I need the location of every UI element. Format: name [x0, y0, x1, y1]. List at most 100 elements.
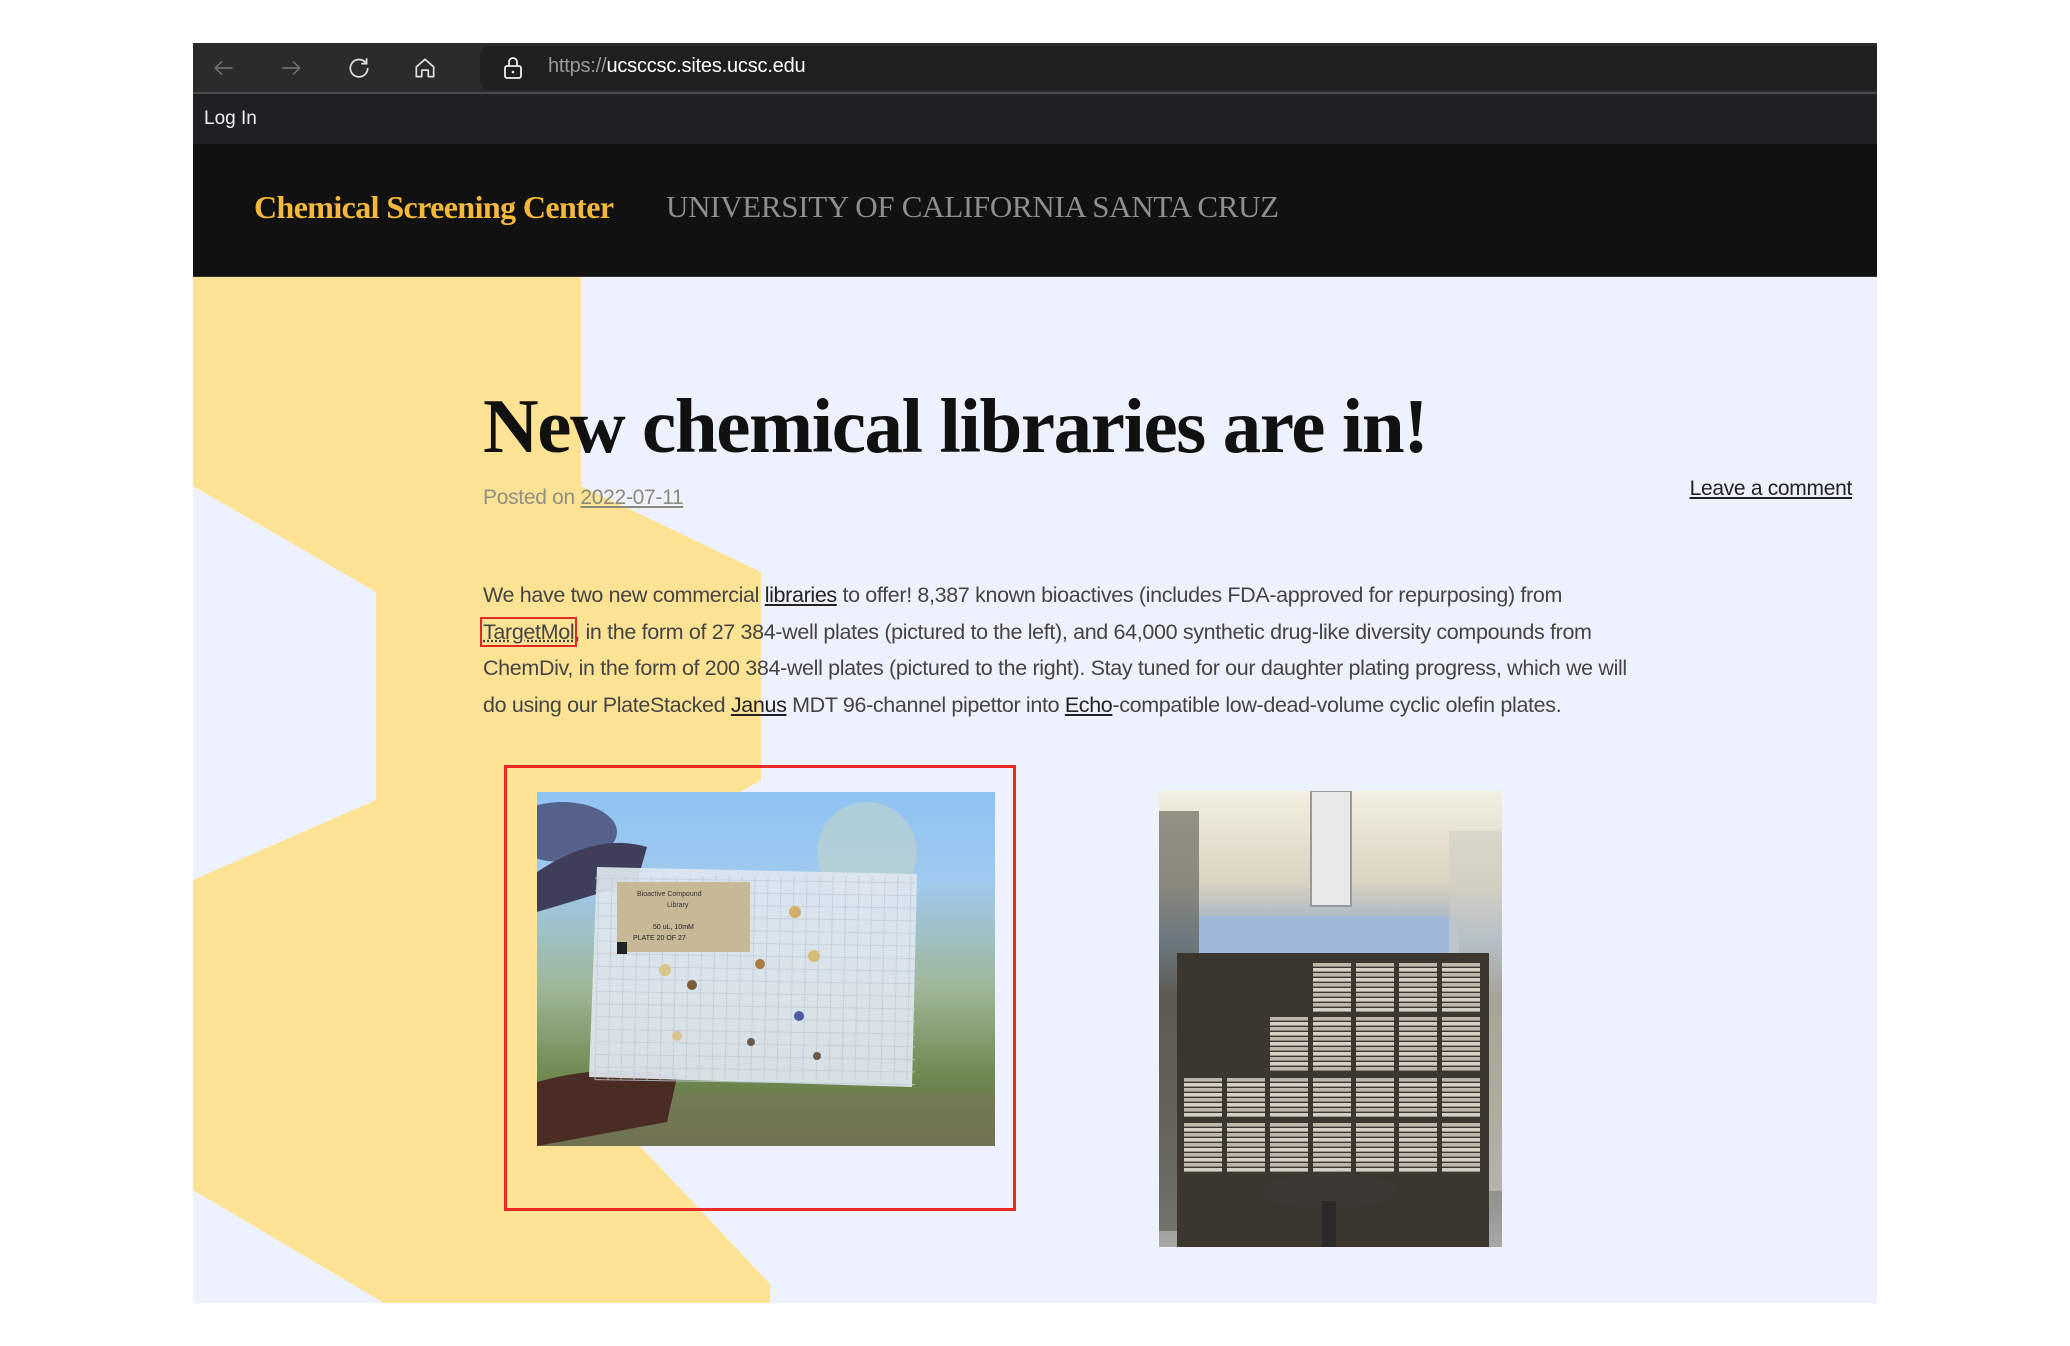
janus-link[interactable]: Janus [731, 693, 787, 717]
stacked-plate [1399, 1133, 1437, 1137]
post-title: New chemical libraries are in! [483, 383, 1429, 469]
stacked-plate [1227, 1088, 1265, 1092]
stacked-plate [1313, 1148, 1351, 1152]
stacked-plate [1399, 1067, 1437, 1071]
stacked-plate [1399, 1168, 1437, 1172]
stacked-plate [1184, 1083, 1222, 1087]
stacked-plate [1184, 1148, 1222, 1152]
plate-label-line: 50 uL, 10mM [653, 924, 694, 931]
stacked-plate [1399, 1032, 1437, 1036]
chemdiv-plates-rack-image[interactable] [1159, 791, 1502, 1247]
stacked-plate [1356, 1032, 1394, 1036]
stacked-plate [1313, 973, 1351, 977]
stacked-plate [1313, 1027, 1351, 1031]
stacked-plate [1227, 1078, 1265, 1082]
stacked-plate [1356, 1168, 1394, 1172]
body-text: to offer! 8,387 known bioactives (includ… [836, 583, 1563, 607]
stacked-plate [1313, 988, 1351, 992]
stacked-plate [1442, 1153, 1480, 1157]
stacked-plate [1313, 1133, 1351, 1137]
stacked-plate [1356, 1108, 1394, 1112]
stacked-plate [1227, 1123, 1265, 1127]
stacked-plate [1313, 1032, 1351, 1036]
leave-comment-link[interactable]: Leave a comment [1690, 477, 1853, 501]
post-date-link[interactable]: 2022-07-11 [580, 486, 683, 509]
stacked-plate [1184, 1128, 1222, 1132]
stacked-plate [1313, 1042, 1351, 1046]
stacked-plate [1356, 1042, 1394, 1046]
stacked-plate [1313, 1037, 1351, 1041]
stacked-plate [1399, 1153, 1437, 1157]
stacked-plate [1442, 993, 1480, 997]
highlighted-targetmol-link[interactable]: TargetMol [479, 616, 578, 647]
stacked-plate [1399, 1108, 1437, 1112]
stacked-plate [1313, 1128, 1351, 1132]
stacked-plate [1270, 1017, 1308, 1021]
stacked-plate [1356, 1143, 1394, 1147]
stacked-plate [1399, 973, 1437, 977]
stacked-plate [1184, 1098, 1222, 1102]
stacked-plate [1442, 1158, 1480, 1162]
stacked-plate [1442, 1057, 1480, 1061]
stacked-plate [1442, 1003, 1480, 1007]
stacked-plate [1184, 1113, 1222, 1117]
stacked-plate [1313, 1062, 1351, 1066]
stacked-plate [1399, 1143, 1437, 1147]
stacked-plate [1313, 1008, 1351, 1012]
stacked-plate [1442, 1128, 1480, 1132]
stacked-plate [1442, 1078, 1480, 1082]
stacked-plate [1399, 1042, 1437, 1046]
stacked-plate [1442, 1148, 1480, 1152]
stacked-plate [1313, 1052, 1351, 1056]
stacked-plate [1313, 1163, 1351, 1167]
stacked-plate [1270, 1138, 1308, 1142]
stacked-plate [1399, 1158, 1437, 1162]
stacked-plate [1313, 1088, 1351, 1092]
site-header: Chemical Screening Center UNIVERSITY OF … [193, 144, 1877, 277]
stacked-plate [1356, 1052, 1394, 1056]
stacked-plate [1313, 1108, 1351, 1112]
stacked-plate [1399, 1047, 1437, 1051]
stacked-plate [1356, 1158, 1394, 1162]
stacked-plate [1442, 1168, 1480, 1172]
stacked-plate [1356, 988, 1394, 992]
stacked-plate [1356, 973, 1394, 977]
stacked-plate [1313, 983, 1351, 987]
stacked-plate [1356, 1133, 1394, 1137]
stacked-plate [1356, 968, 1394, 972]
stacked-plate [1442, 1083, 1480, 1087]
stacked-plate [1313, 1078, 1351, 1082]
stacked-plate [1399, 988, 1437, 992]
stacked-plate [1270, 1093, 1308, 1097]
stacked-plate [1399, 978, 1437, 982]
post-meta: Posted on 2022-07-11 [483, 486, 684, 510]
stacked-plate [1313, 1123, 1351, 1127]
echo-link[interactable]: Echo [1065, 693, 1113, 717]
stacked-plate [1356, 1148, 1394, 1152]
targetmol-plate-image[interactable]: Bioactive Compound Library 50 uL, 10mM P… [537, 792, 995, 1146]
stacked-plate [1356, 1057, 1394, 1061]
stacked-plate [1399, 1098, 1437, 1102]
stacked-plate [1399, 1128, 1437, 1132]
stacked-plate [1399, 1123, 1437, 1127]
stacked-plate [1356, 1138, 1394, 1142]
stacked-plate [1184, 1078, 1222, 1082]
stacked-plate [1356, 1083, 1394, 1087]
stacked-plate [1227, 1113, 1265, 1117]
stacked-plate [1356, 1047, 1394, 1051]
stacked-plate [1313, 1003, 1351, 1007]
browser-window: https://ucsccsc.sites.ucsc.edu Log In Ch… [193, 43, 1877, 1303]
stacked-plate [1184, 1143, 1222, 1147]
stacked-plate [1227, 1168, 1265, 1172]
stacked-plate [1270, 1163, 1308, 1167]
stacked-plate [1184, 1153, 1222, 1157]
libraries-link[interactable]: libraries [765, 583, 837, 607]
stacked-plate [1399, 963, 1437, 967]
stacked-plate [1399, 1057, 1437, 1061]
stacked-plate [1184, 1108, 1222, 1112]
stacked-plate [1227, 1083, 1265, 1087]
site-title[interactable]: Chemical Screening Center [254, 189, 614, 226]
stacked-plate [1356, 1037, 1394, 1041]
stacked-plate [1356, 963, 1394, 967]
stacked-plate [1442, 1113, 1480, 1117]
